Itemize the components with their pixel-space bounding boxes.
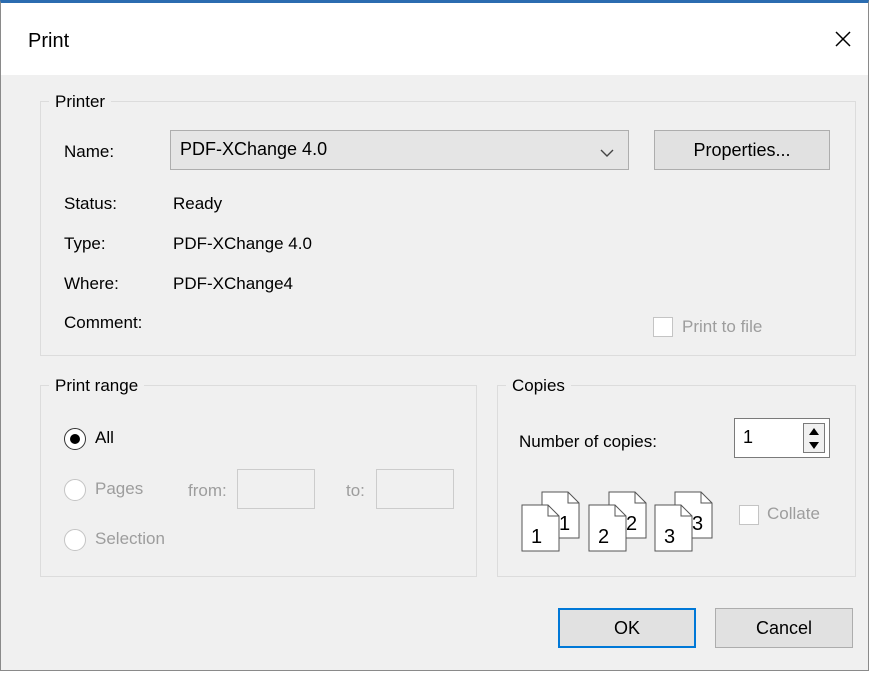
- page-number: 3: [692, 513, 704, 535]
- ok-button[interactable]: OK: [558, 608, 696, 648]
- close-icon[interactable]: [826, 22, 860, 56]
- to-input[interactable]: [376, 469, 454, 509]
- page-number: 2: [626, 513, 638, 535]
- print-range-legend: Print range: [49, 375, 145, 397]
- comment-label: Comment:: [64, 313, 143, 332]
- printer-legend: Printer: [49, 91, 112, 113]
- print-to-file-label[interactable]: Print to file: [682, 316, 762, 338]
- page-number: 2: [598, 526, 610, 548]
- spin-down-icon[interactable]: [804, 438, 824, 452]
- radio-pages[interactable]: [64, 479, 86, 501]
- radio-selection[interactable]: [64, 529, 86, 551]
- window-title: Print: [28, 30, 70, 52]
- from-input[interactable]: [237, 469, 315, 509]
- chevron-down-icon: [600, 145, 614, 163]
- collate-label[interactable]: Collate: [767, 503, 820, 525]
- printer-name-select[interactable]: PDF-XChange 4.0: [170, 130, 629, 170]
- type-label: Type:: [64, 234, 106, 253]
- page-number: 3: [664, 526, 676, 548]
- cancel-button[interactable]: Cancel: [715, 608, 853, 648]
- spinner-arrows: [803, 423, 825, 453]
- spin-up-icon[interactable]: [804, 424, 824, 438]
- collate-checkbox[interactable]: [739, 505, 759, 525]
- title-bar: Print: [1, 3, 868, 75]
- where-value: PDF-XChange4: [173, 274, 294, 293]
- properties-button[interactable]: Properties...: [654, 130, 830, 170]
- copies-value: 1: [743, 427, 754, 447]
- page-number: 1: [559, 513, 571, 535]
- page-number: 1: [531, 526, 543, 548]
- printer-name-value: PDF-XChange 4.0: [180, 139, 328, 159]
- status-value: Ready: [173, 194, 223, 213]
- radio-selection-label[interactable]: Selection: [95, 528, 165, 550]
- print-dialog: Print Printer Name: PDF-XChange 4.0 Prop…: [0, 0, 869, 671]
- number-of-copies-label: Number of copies:: [519, 432, 657, 451]
- copies-legend: Copies: [506, 375, 571, 397]
- to-label: to:: [346, 481, 365, 500]
- copies-spinner[interactable]: 1: [734, 418, 830, 458]
- radio-pages-label[interactable]: Pages: [95, 478, 143, 500]
- type-value: PDF-XChange 4.0: [173, 234, 312, 253]
- status-label: Status:: [64, 194, 117, 213]
- radio-all-label[interactable]: All: [95, 427, 114, 449]
- where-label: Where:: [64, 274, 119, 293]
- radio-all[interactable]: [64, 428, 86, 450]
- from-label: from:: [188, 481, 227, 500]
- print-to-file-checkbox[interactable]: [653, 317, 673, 337]
- name-label: Name:: [64, 142, 115, 161]
